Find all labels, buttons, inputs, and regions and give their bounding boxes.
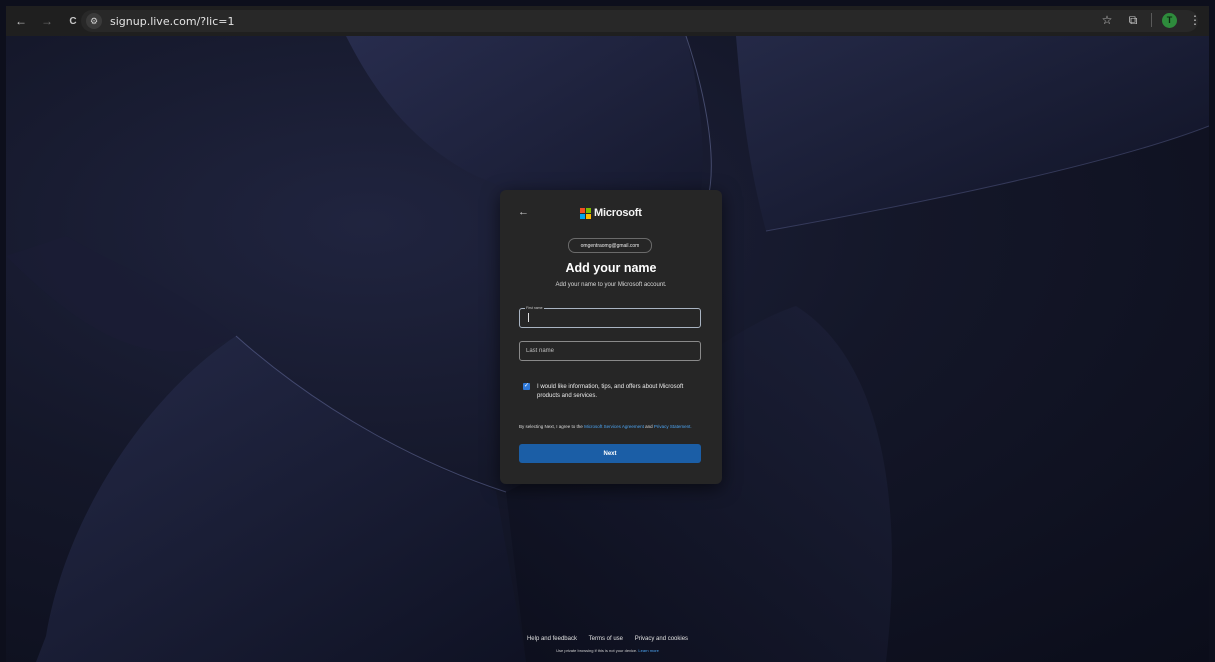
site-info-icon[interactable]: ⚙ bbox=[86, 13, 102, 29]
toolbar-actions: ☆ ⧉ T ⋮ bbox=[1099, 12, 1203, 28]
legal-prefix: By selecting Next, I agree to the bbox=[519, 424, 583, 429]
next-button[interactable]: Next bbox=[519, 444, 701, 463]
browser-toolbar: ← → C ⚙ signup.live.com/?lic=1 ☆ ⧉ T ⋮ bbox=[6, 6, 1209, 36]
url-text[interactable]: signup.live.com/?lic=1 bbox=[110, 15, 235, 28]
back-icon[interactable]: ← bbox=[12, 12, 30, 30]
extensions-icon[interactable]: ⧉ bbox=[1125, 12, 1141, 28]
last-name-field[interactable] bbox=[519, 341, 701, 361]
legal-and: and bbox=[645, 424, 653, 429]
signup-card: ← Microsoft omgentraomg@gmail.com Add yo… bbox=[500, 190, 722, 484]
first-name-field[interactable]: First name bbox=[519, 306, 701, 328]
legal-text: By selecting Next, I agree to the Micros… bbox=[519, 423, 705, 430]
page-footer: Help and feedback Terms of use Privacy a… bbox=[6, 636, 1209, 653]
account-email-pill: omgentraomg@gmail.com bbox=[568, 238, 652, 253]
browser-window: ← → C ⚙ signup.live.com/?lic=1 ☆ ⧉ T ⋮ ←… bbox=[6, 6, 1209, 662]
footer-links: Help and feedback Terms of use Privacy a… bbox=[6, 636, 1209, 642]
browser-menu-icon[interactable]: ⋮ bbox=[1187, 12, 1203, 28]
first-name-label: First name bbox=[525, 306, 544, 310]
address-bar[interactable]: ⚙ signup.live.com/?lic=1 bbox=[81, 10, 1198, 32]
text-caret bbox=[528, 313, 529, 322]
microsoft-logo: Microsoft bbox=[580, 207, 642, 219]
brand-name: Microsoft bbox=[594, 207, 642, 219]
private-browsing-text: Use private browsing if this is not your… bbox=[556, 648, 638, 653]
privacy-statement-link[interactable]: Privacy Statement. bbox=[654, 424, 692, 429]
private-browsing-note: Use private browsing if this is not your… bbox=[6, 648, 1209, 653]
reload-icon[interactable]: C bbox=[64, 12, 82, 30]
marketing-opt-in-label: I would like information, tips, and offe… bbox=[537, 384, 684, 399]
last-name-input[interactable] bbox=[520, 342, 700, 360]
bookmark-star-icon[interactable]: ☆ bbox=[1099, 12, 1115, 28]
microsoft-squares-icon bbox=[580, 207, 591, 219]
back-arrow-icon[interactable]: ← bbox=[518, 206, 529, 218]
help-feedback-link[interactable]: Help and feedback bbox=[527, 636, 577, 642]
services-agreement-link[interactable]: Microsoft Services Agreement bbox=[584, 424, 644, 429]
forward-icon[interactable]: → bbox=[38, 12, 56, 30]
page-title: Add your name bbox=[565, 261, 657, 275]
learn-more-link[interactable]: Learn more bbox=[638, 648, 658, 653]
page-subtitle: Add your name to your Microsoft account. bbox=[555, 282, 667, 288]
toolbar-divider bbox=[1151, 13, 1152, 27]
terms-of-use-link[interactable]: Terms of use bbox=[589, 636, 623, 642]
marketing-opt-in-checkbox[interactable]: ✓ bbox=[523, 383, 530, 390]
page-background: ← Microsoft omgentraomg@gmail.com Add yo… bbox=[6, 36, 1209, 662]
profile-avatar[interactable]: T bbox=[1162, 12, 1177, 28]
privacy-cookies-link[interactable]: Privacy and cookies bbox=[635, 636, 688, 642]
